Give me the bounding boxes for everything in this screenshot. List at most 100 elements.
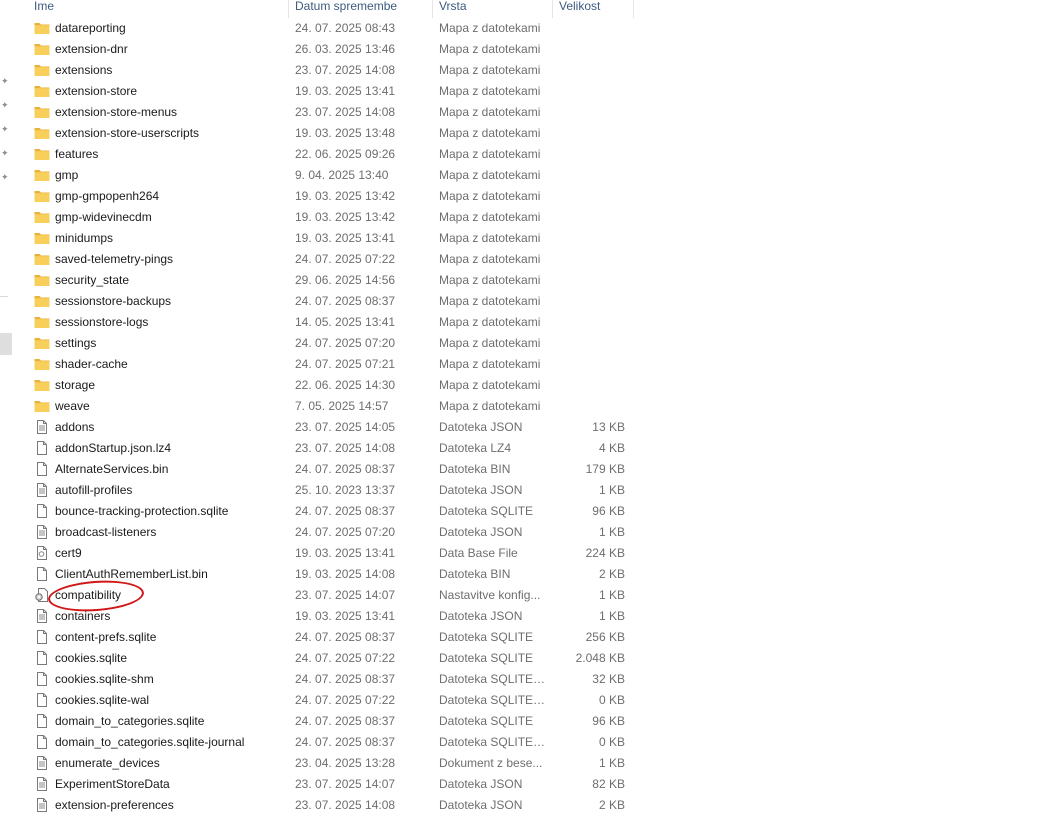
pin-icon[interactable]: ✦: [1, 100, 11, 110]
pin-icon[interactable]: ✦: [1, 172, 11, 182]
file-date: 23. 07. 2025 14:08: [295, 798, 396, 812]
file-size: 0 KB: [598, 735, 625, 749]
file-type: Mapa z datotekami: [439, 378, 541, 392]
file-row[interactable]: features 22. 06. 2025 09:26 Mapa z datotek…: [28, 144, 638, 165]
file-row[interactable]: extension-store-userscripts 19. 03. 2025 …: [28, 123, 638, 144]
file-row[interactable]: domain_to_categories.sqlite-journal 24. 0…: [28, 732, 638, 753]
file-size: 96 KB: [592, 504, 625, 518]
file-row[interactable]: extension-store 19. 03. 2025 13:41 Mapa z …: [28, 81, 638, 102]
file-type: Mapa z datotekami: [439, 273, 541, 287]
file-row[interactable]: extension-dnr 26. 03. 2025 13:46 Mapa z da…: [28, 39, 638, 60]
file-row[interactable]: autofill-profiles 25. 10. 2023 13:37 Datot…: [28, 480, 638, 501]
file-type: Datoteka SQLITE-J...: [439, 735, 547, 749]
file-row[interactable]: gmp-widevinecdm 19. 03. 2025 13:42 Mapa z …: [28, 207, 638, 228]
file-row[interactable]: gmp 9. 04. 2025 13:40 Mapa z datotekami: [28, 165, 638, 186]
file-date: 19. 03. 2025 13:41: [295, 231, 396, 245]
file-row[interactable]: extension-store-menus 23. 07. 2025 14:08 M…: [28, 102, 638, 123]
column-header-type[interactable]: Vrsta: [433, 0, 552, 18]
pin-icon[interactable]: ✦: [1, 148, 11, 158]
file-date: 9. 04. 2025 13:40: [295, 168, 389, 182]
file-type: Datoteka SQLITE: [439, 714, 534, 728]
file-row[interactable]: ClientAuthRememberList.bin 19. 03. 2025 1…: [28, 564, 638, 585]
file-name: bounce-tracking-protection.sqlite: [55, 504, 229, 518]
file-name: autofill-profiles: [55, 483, 133, 497]
folder-icon: [34, 84, 50, 98]
file-date: 23. 07. 2025 14:07: [295, 588, 396, 602]
file-date: 19. 03. 2025 13:41: [295, 84, 396, 98]
file-name: sessionstore-logs: [55, 315, 149, 329]
file-name: ClientAuthRememberList.bin: [55, 567, 208, 581]
file-date: 23. 07. 2025 14:08: [295, 441, 396, 455]
column-header-date[interactable]: Datum spremembe: [289, 0, 432, 18]
column-header-size[interactable]: Velikost: [553, 0, 633, 18]
file-row[interactable]: weave 7. 05. 2025 14:57 Mapa z datotekami: [28, 396, 638, 417]
file-name: domain_to_categories.sqlite: [55, 714, 205, 728]
file-row[interactable]: security_state 29. 06. 2025 14:56 Mapa z d…: [28, 270, 638, 291]
file-row[interactable]: minidumps 19. 03. 2025 13:41 Mapa z datote…: [28, 228, 638, 249]
file-date: 24. 07. 2025 07:20: [295, 525, 396, 539]
file-row[interactable]: addonStartup.json.lz4 23. 07. 2025 14:08 D…: [28, 438, 638, 459]
file-row[interactable]: sessionstore-logs 14. 05. 2025 13:41 Mapa …: [28, 312, 638, 333]
file-row[interactable]: sessionstore-backups 24. 07. 2025 08:37 Ma…: [28, 291, 638, 312]
file-row[interactable]: cookies.sqlite 24. 07. 2025 07:22 Datoteka…: [28, 648, 638, 669]
file-row[interactable]: settings 24. 07. 2025 07:20 Mapa z datotek…: [28, 333, 638, 354]
file-row[interactable]: broadcast-listeners 24. 07. 2025 07:20 Dat…: [28, 522, 638, 543]
file-row[interactable]: cert9 19. 03. 2025 13:41 Data Base File 224…: [28, 543, 638, 564]
column-divider[interactable]: [633, 0, 634, 18]
file-type: Datoteka BIN: [439, 462, 511, 476]
file-size: 2 KB: [598, 567, 625, 581]
file-type: Datoteka BIN: [439, 567, 511, 581]
file-row[interactable]: domain_to_categories.sqlite 24. 07. 2025 …: [28, 711, 638, 732]
file-row[interactable]: datareporting 24. 07. 2025 08:43 Mapa z da…: [28, 18, 638, 39]
file-row[interactable]: extension-preferences 23. 07. 2025 14:08 D…: [28, 795, 638, 816]
pin-icon[interactable]: ✦: [1, 124, 11, 134]
file-row[interactable]: addons 23. 07. 2025 14:05 Datoteka JSON 13 …: [28, 417, 638, 438]
file-size: 13 KB: [592, 420, 625, 434]
file-type: Datoteka JSON: [439, 483, 523, 497]
file-name: security_state: [55, 273, 130, 287]
text-file-icon: [34, 756, 50, 770]
file-size: 1 KB: [598, 483, 625, 497]
file-date: 24. 07. 2025 08:43: [295, 21, 396, 35]
file-type: Datoteka SQLITE: [439, 504, 534, 518]
file-date: 24. 07. 2025 08:37: [295, 504, 396, 518]
file-date: 24. 07. 2025 08:37: [295, 735, 396, 749]
file-size: 2.048 KB: [575, 651, 625, 665]
file-icon: [34, 630, 50, 644]
column-header-name[interactable]: Ime: [28, 0, 288, 18]
pin-icon[interactable]: ✦: [1, 76, 11, 86]
file-row[interactable]: enumerate_devices 23. 04. 2025 13:28 Dokum…: [28, 753, 638, 774]
file-row[interactable]: AlternateServices.bin 24. 07. 2025 08:37 D…: [28, 459, 638, 480]
file-row[interactable]: gmp-gmpopenh264 19. 03. 2025 13:42 Mapa z …: [28, 186, 638, 207]
folder-icon: [34, 315, 50, 329]
file-row[interactable]: ExperimentStoreData 23. 07. 2025 14:07 Dat…: [28, 774, 638, 795]
nav-selected-item[interactable]: [0, 333, 12, 355]
file-date: 24. 07. 2025 07:22: [295, 693, 396, 707]
file-row[interactable]: shader-cache 24. 07. 2025 07:21 Mapa z dat…: [28, 354, 638, 375]
file-type: Datoteka JSON: [439, 609, 523, 623]
folder-icon: [34, 21, 50, 35]
file-name: minidumps: [55, 231, 114, 245]
folder-icon: [34, 294, 50, 308]
file-name: extension-preferences: [55, 798, 174, 812]
file-row[interactable]: cookies.sqlite-shm 24. 07. 2025 08:37 Dato…: [28, 669, 638, 690]
text-file-icon: [34, 777, 50, 791]
file-date: 7. 05. 2025 14:57: [295, 399, 389, 413]
file-row[interactable]: extensions 23. 07. 2025 14:08 Mapa z datot…: [28, 60, 638, 81]
file-date: 24. 07. 2025 07:22: [295, 651, 396, 665]
file-date: 23. 04. 2025 13:28: [295, 756, 396, 770]
file-size: 224 KB: [585, 546, 625, 560]
file-row[interactable]: storage 22. 06. 2025 14:30 Mapa z datoteka…: [28, 375, 638, 396]
file-name: shader-cache: [55, 357, 128, 371]
file-row[interactable]: compatibility 23. 07. 2025 14:07 Nastavitv…: [28, 585, 638, 606]
file-row[interactable]: containers 19. 03. 2025 13:41 Datoteka JSO…: [28, 606, 638, 627]
file-type: Mapa z datotekami: [439, 42, 541, 56]
file-icon: [34, 462, 50, 476]
file-type: Data Base File: [439, 546, 518, 560]
file-row[interactable]: cookies.sqlite-wal 24. 07. 2025 07:22 Dato…: [28, 690, 638, 711]
file-row[interactable]: saved-telemetry-pings 24. 07. 2025 07:22 M…: [28, 249, 638, 270]
file-row[interactable]: content-prefs.sqlite 24. 07. 2025 08:37 Da…: [28, 627, 638, 648]
file-name: gmp-widevinecdm: [55, 210, 152, 224]
file-type: Datoteka JSON: [439, 420, 523, 434]
file-row[interactable]: bounce-tracking-protection.sqlite 24. 07.…: [28, 501, 638, 522]
